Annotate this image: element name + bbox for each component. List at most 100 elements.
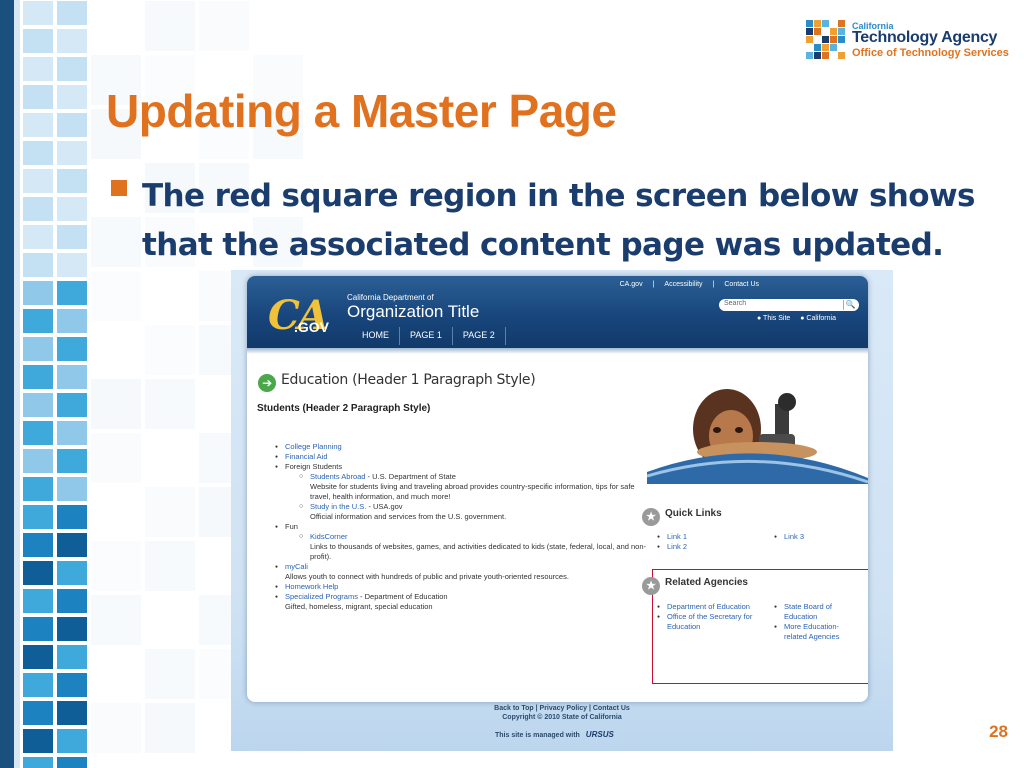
ghost-tile — [198, 0, 250, 52]
ghost-tile — [144, 702, 196, 754]
logo-grid-cell — [822, 36, 829, 43]
specialized-programs-link[interactable]: Specialized Programs — [285, 592, 358, 601]
list-item: College Planning — [275, 442, 647, 452]
related-agencies-heading: ★ Related Agencies — [642, 577, 748, 595]
utility-links: CA.gov | Accessibility | Contact Us — [615, 281, 764, 288]
kidscorner-link[interactable]: KidsCorner — [310, 532, 348, 541]
foreign-students-label: Foreign Students — [285, 462, 343, 471]
logo-grid-cell — [830, 28, 837, 35]
logo-line2: Technology Agency — [852, 29, 998, 46]
mosaic-tile — [56, 196, 88, 222]
specialized-desc: Gifted, homeless, migrant, special educa… — [285, 602, 433, 611]
list-item: Financial Aid — [275, 452, 647, 462]
nav-page-1[interactable]: PAGE 1 — [400, 327, 453, 345]
nav-home[interactable]: HOME — [352, 327, 400, 345]
logo-grid-cell — [838, 52, 845, 59]
financial-aid-link[interactable]: Financial Aid — [285, 452, 328, 461]
mosaic-tile — [56, 700, 88, 726]
header-shadow — [247, 348, 868, 354]
managed-label: This site is managed with — [495, 732, 580, 739]
related-agencies-title: Related Agencies — [665, 577, 748, 588]
related-agencies-col2: State Board of Education More Education-… — [774, 602, 854, 642]
accessibility-link[interactable]: Accessibility — [664, 281, 702, 288]
mosaic-tile — [56, 140, 88, 166]
logo-grid-cell — [814, 44, 821, 51]
logo-grid-cell — [838, 20, 845, 27]
contact-us-link[interactable]: Contact Us — [724, 281, 759, 288]
related-agencies-col1: Department of Education Office of the Se… — [657, 602, 757, 632]
logo-grid-cell — [806, 20, 813, 27]
logo-grid-cell — [806, 36, 813, 43]
mosaic-tile — [22, 756, 54, 768]
study-in-us-link[interactable]: Study in the U.S. — [310, 502, 366, 511]
students-abroad-link[interactable]: Students Abroad — [310, 472, 365, 481]
bullet-text: The red square region in the screen belo… — [142, 178, 975, 263]
mosaic-tile — [56, 728, 88, 754]
scope-california-radio[interactable]: ● California — [800, 315, 836, 322]
logo-grid-cell — [830, 44, 837, 51]
search-icon[interactable]: 🔍 — [843, 300, 857, 310]
mycali-link[interactable]: myCali — [285, 562, 308, 571]
mycali-desc: Allows youth to connect with hundreds of… — [285, 572, 569, 581]
ghost-tile — [144, 324, 196, 376]
content-list: College Planning Financial Aid Foreign S… — [275, 442, 647, 612]
logo-line3: Office of Technology Services — [852, 47, 1009, 59]
mosaic-tile — [56, 644, 88, 670]
mosaic-tile — [56, 476, 88, 502]
quick-link-2[interactable]: Link 2 — [657, 542, 687, 552]
quick-links-heading: ★ Quick Links — [642, 508, 722, 526]
agency-link-office-secretary[interactable]: Office of the Secretary for Education — [657, 612, 757, 632]
quick-link-1[interactable]: Link 1 — [657, 532, 687, 542]
search-input[interactable]: Search 🔍 — [719, 299, 859, 311]
left-stripe — [0, 0, 14, 768]
separator: | — [712, 281, 715, 288]
mosaic-tile — [22, 420, 54, 446]
mosaic-tile — [56, 532, 88, 558]
mosaic-tile — [56, 756, 88, 768]
ghost-tile — [144, 540, 196, 592]
ghost-tile — [90, 270, 142, 322]
mosaic-tile — [56, 560, 88, 586]
mosaic-tile — [22, 448, 54, 474]
footer-copyright: Copyright © 2010 State of California — [502, 714, 622, 721]
agency-link-dept-education[interactable]: Department of Education — [657, 602, 757, 612]
mosaic-tile — [56, 56, 88, 82]
search-placeholder: Search — [724, 300, 747, 307]
students-abroad-desc: Website for students living and travelin… — [310, 482, 635, 501]
college-planning-link[interactable]: College Planning — [285, 442, 342, 451]
mosaic-tile — [22, 336, 54, 362]
scope-this-site-radio[interactable]: ● This Site — [757, 315, 790, 322]
arrow-right-icon: ➔ — [258, 374, 276, 392]
footer-links[interactable]: Back to Top | Privacy Policy | Contact U… — [231, 705, 893, 712]
homework-help-link[interactable]: Homework Help — [285, 582, 338, 591]
ca-gov-logo[interactable]: CA .GOV — [268, 292, 340, 340]
specialized-source: - Department of Education — [357, 592, 448, 601]
list-item: Specialized Programs - Department of Edu… — [275, 592, 647, 602]
ghost-tile — [144, 378, 196, 430]
logo-grid-cell — [838, 28, 845, 35]
quick-links-title: Quick Links — [665, 508, 722, 519]
mosaic-tile — [22, 728, 54, 754]
mosaic-tile — [56, 364, 88, 390]
nav-page-2[interactable]: PAGE 2 — [453, 327, 506, 345]
mosaic-tile — [22, 392, 54, 418]
kidscorner-desc: Links to thousands of websites, games, a… — [310, 542, 647, 561]
quick-links-col1: Link 1 Link 2 — [657, 532, 687, 552]
mosaic-tile — [56, 588, 88, 614]
mosaic-tile — [22, 280, 54, 306]
agency-link-more-education[interactable]: More Education-related Agencies — [774, 622, 854, 642]
logo-grid-cell — [814, 20, 821, 27]
quick-link-3[interactable]: Link 3 — [774, 532, 804, 542]
ghost-tile — [90, 594, 142, 646]
mosaic-tile — [56, 616, 88, 642]
logo-grid-cell — [814, 28, 821, 35]
study-desc: Official information and services from t… — [310, 512, 507, 521]
agency-link-state-board[interactable]: State Board of Education — [774, 602, 854, 622]
slide-title: Updating a Master Page — [106, 85, 617, 137]
mosaic-tile — [56, 252, 88, 278]
mosaic-tile — [56, 224, 88, 250]
star-icon: ★ — [642, 508, 660, 526]
mosaic-tile — [22, 112, 54, 138]
mosaic-tile — [22, 28, 54, 54]
ca-gov-link[interactable]: CA.gov — [620, 281, 643, 288]
